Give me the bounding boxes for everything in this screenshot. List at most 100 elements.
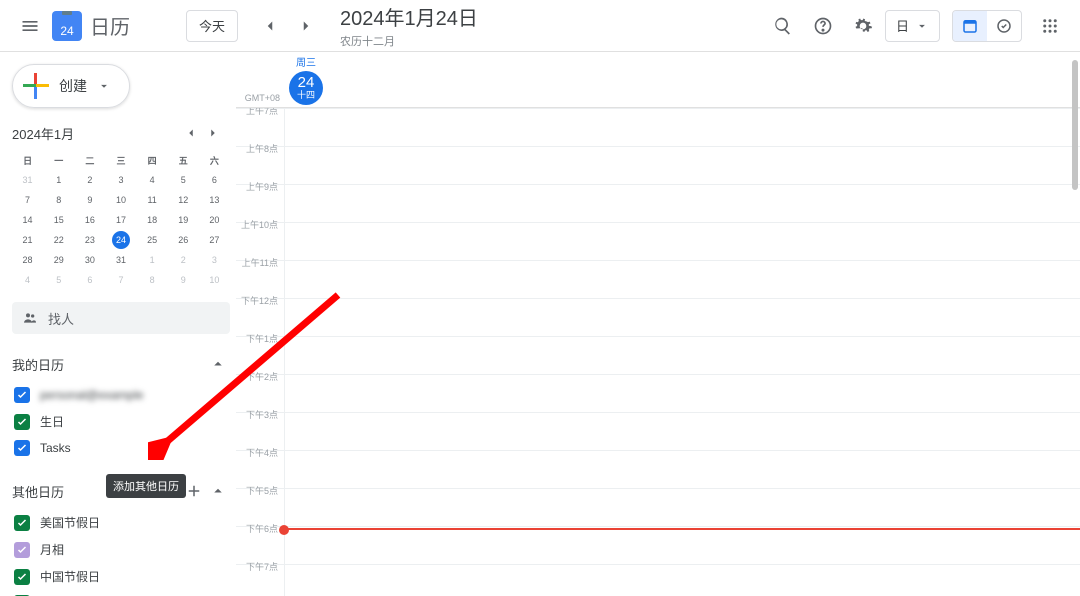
help-icon[interactable]	[805, 8, 841, 44]
search-people-input[interactable]: 找人	[12, 302, 230, 334]
mini-day-cell[interactable]: 29	[43, 250, 74, 270]
next-day-button[interactable]	[288, 8, 324, 44]
time-row[interactable]: 下午5点	[236, 488, 1080, 526]
apps-grid-icon[interactable]	[1032, 8, 1068, 44]
chevron-up-icon[interactable]	[206, 479, 230, 503]
mini-day-cell[interactable]: 4	[12, 270, 43, 290]
time-cell[interactable]	[284, 337, 1080, 374]
mini-day-cell[interactable]: 10	[105, 190, 136, 210]
time-row[interactable]: 上午8点	[236, 146, 1080, 184]
time-cell[interactable]	[284, 413, 1080, 450]
prev-day-button[interactable]	[252, 8, 288, 44]
mini-day-cell[interactable]: 27	[199, 230, 230, 250]
time-row[interactable]: 下午3点	[236, 412, 1080, 450]
calendar-item[interactable]: personal@example	[12, 382, 230, 408]
mini-day-cell[interactable]: 10	[199, 270, 230, 290]
mini-day-cell[interactable]: 24	[105, 230, 136, 250]
time-grid[interactable]: 上午7点上午8点上午9点上午10点上午11点下午12点下午1点下午2点下午3点下…	[236, 108, 1080, 596]
view-switcher[interactable]: 日	[885, 10, 940, 42]
mini-day-cell[interactable]: 30	[74, 250, 105, 270]
time-row[interactable]: 下午1点	[236, 336, 1080, 374]
time-cell[interactable]	[284, 299, 1080, 336]
mini-day-cell[interactable]: 12	[168, 190, 199, 210]
mini-day-cell[interactable]: 31	[12, 170, 43, 190]
mini-day-cell[interactable]: 1	[43, 170, 74, 190]
mini-day-cell[interactable]: 6	[199, 170, 230, 190]
mini-day-cell[interactable]: 2	[168, 250, 199, 270]
mini-day-cell[interactable]: 13	[199, 190, 230, 210]
time-row[interactable]: 上午11点	[236, 260, 1080, 298]
time-row[interactable]: 上午7点	[236, 108, 1080, 146]
main-menu-icon[interactable]	[12, 8, 48, 44]
time-cell[interactable]	[284, 109, 1080, 146]
time-row[interactable]: 上午10点	[236, 222, 1080, 260]
mini-day-cell[interactable]: 18	[137, 210, 168, 230]
search-icon[interactable]	[765, 8, 801, 44]
vertical-scrollbar[interactable]	[1070, 52, 1080, 596]
mini-day-cell[interactable]: 7	[105, 270, 136, 290]
mini-day-cell[interactable]: 28	[12, 250, 43, 270]
calendar-item[interactable]: 美国节假日	[12, 509, 230, 536]
time-row[interactable]: 下午4点	[236, 450, 1080, 488]
mini-prev-month[interactable]	[180, 122, 202, 144]
mini-day-cell[interactable]: 8	[43, 190, 74, 210]
checkbox-icon[interactable]	[14, 515, 30, 531]
time-row[interactable]: 上午9点	[236, 184, 1080, 222]
time-cell[interactable]	[284, 223, 1080, 260]
mini-calendar[interactable]: 日一二三四五六 31123456789101112131415161718192…	[12, 150, 230, 290]
time-cell[interactable]	[284, 451, 1080, 488]
mini-day-cell[interactable]: 5	[168, 170, 199, 190]
mini-day-cell[interactable]: 21	[12, 230, 43, 250]
mini-day-cell[interactable]: 26	[168, 230, 199, 250]
calendar-item[interactable]: Tasks	[12, 435, 230, 461]
mini-day-cell[interactable]: 5	[43, 270, 74, 290]
calendar-item[interactable]: 生日	[12, 408, 230, 435]
mini-day-cell[interactable]: 7	[12, 190, 43, 210]
mini-day-cell[interactable]: 2	[74, 170, 105, 190]
mini-day-cell[interactable]: 9	[74, 190, 105, 210]
calendar-mode-button[interactable]	[953, 11, 987, 41]
my-calendars-header[interactable]: 我的日历	[12, 352, 230, 376]
mini-day-cell[interactable]: 20	[199, 210, 230, 230]
time-row[interactable]: 下午6点	[236, 526, 1080, 564]
time-cell[interactable]	[284, 185, 1080, 222]
checkbox-icon[interactable]	[14, 387, 30, 403]
mini-day-cell[interactable]: 14	[12, 210, 43, 230]
mini-day-cell[interactable]: 3	[105, 170, 136, 190]
checkbox-icon[interactable]	[14, 440, 30, 456]
today-button[interactable]: 今天	[186, 10, 238, 42]
chevron-up-icon[interactable]	[206, 352, 230, 376]
mini-day-cell[interactable]: 11	[137, 190, 168, 210]
time-cell[interactable]	[284, 489, 1080, 526]
time-cell[interactable]	[284, 565, 1080, 596]
checkbox-icon[interactable]	[14, 414, 30, 430]
mini-day-cell[interactable]: 9	[168, 270, 199, 290]
settings-icon[interactable]	[845, 8, 881, 44]
time-row[interactable]: 下午2点	[236, 374, 1080, 412]
mini-day-cell[interactable]: 25	[137, 230, 168, 250]
time-row[interactable]: 下午7点	[236, 564, 1080, 596]
mini-day-cell[interactable]: 1	[137, 250, 168, 270]
day-header-cell[interactable]: 周三 24 十四	[284, 52, 328, 107]
mini-day-cell[interactable]: 31	[105, 250, 136, 270]
mini-next-month[interactable]	[202, 122, 224, 144]
calendar-item[interactable]: 中国节假日	[12, 563, 230, 590]
create-button[interactable]: 创建	[12, 64, 130, 108]
time-cell[interactable]	[284, 375, 1080, 412]
time-cell[interactable]	[284, 147, 1080, 184]
time-cell[interactable]	[284, 261, 1080, 298]
mini-day-cell[interactable]: 16	[74, 210, 105, 230]
time-row[interactable]: 下午12点	[236, 298, 1080, 336]
mini-day-cell[interactable]: 4	[137, 170, 168, 190]
mini-day-cell[interactable]: 6	[74, 270, 105, 290]
mini-day-cell[interactable]: 23	[74, 230, 105, 250]
checkbox-icon[interactable]	[14, 569, 30, 585]
checkbox-icon[interactable]	[14, 542, 30, 558]
calendar-item[interactable]: Holidays in China	[12, 590, 230, 596]
app-logo[interactable]: 24 日历	[52, 11, 130, 41]
calendar-item[interactable]: 月相	[12, 536, 230, 563]
mini-day-cell[interactable]: 15	[43, 210, 74, 230]
mini-day-cell[interactable]: 8	[137, 270, 168, 290]
time-cell[interactable]	[284, 527, 1080, 564]
mini-day-cell[interactable]: 17	[105, 210, 136, 230]
